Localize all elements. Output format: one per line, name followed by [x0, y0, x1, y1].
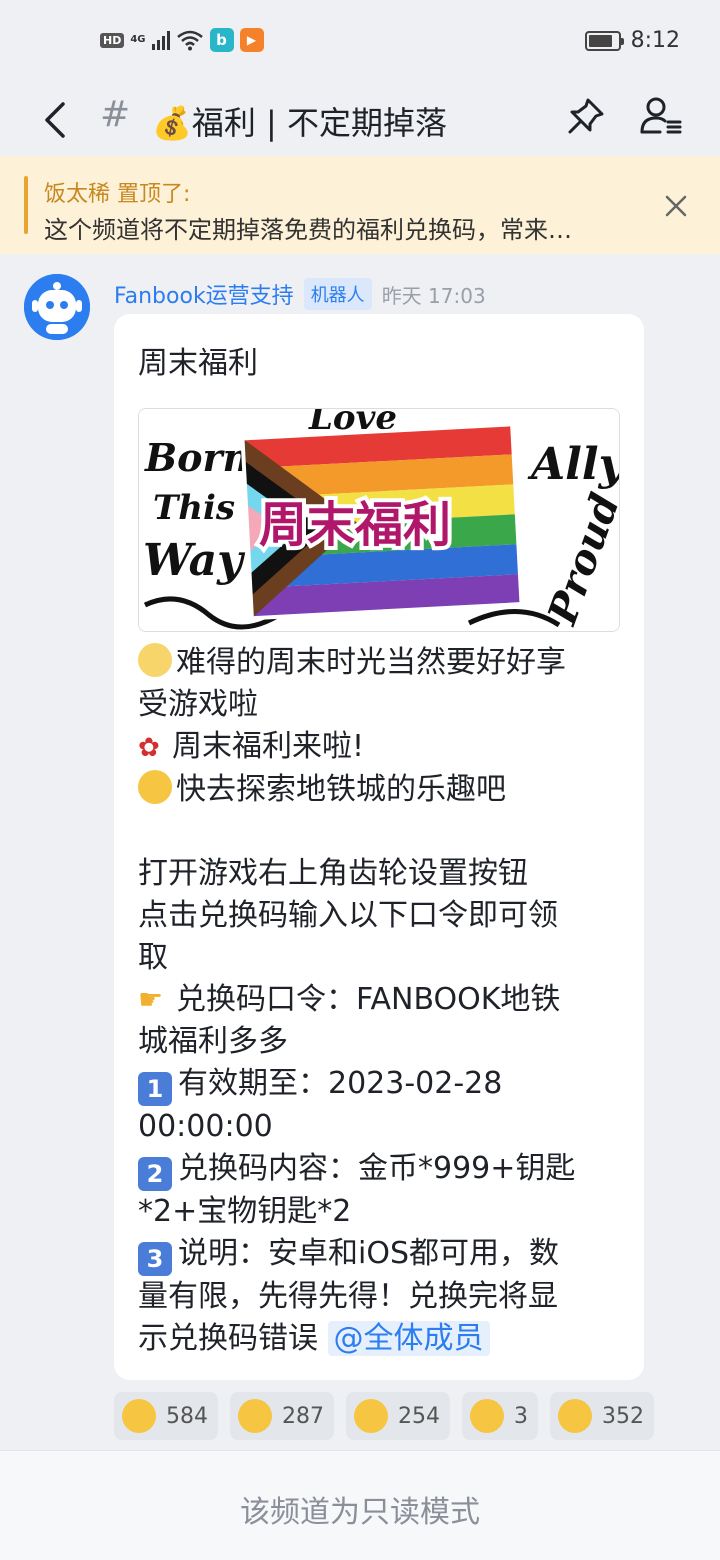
- pointing-hand-emoji-icon: ☛: [138, 983, 164, 1016]
- close-icon: [665, 195, 687, 217]
- readonly-notice: 该频道为只读模式: [240, 1495, 480, 1530]
- channel-header: # 💰福利 | 不定期掉落: [0, 84, 720, 156]
- reaction-count: 584: [166, 1403, 208, 1429]
- body-line: *2+宝物钥匙*2: [138, 1194, 352, 1229]
- sender-name[interactable]: Fanbook运营支持: [114, 278, 294, 310]
- reaction-count: 352: [602, 1403, 644, 1429]
- wifi-icon: [176, 30, 203, 51]
- body-line: 2 兑换码内容：金币*999+钥匙: [138, 1148, 624, 1191]
- number-two-icon: 2: [138, 1157, 172, 1191]
- body-line: 取: [138, 940, 168, 975]
- body-line: ☛ 兑换码口令：FANBOOK地铁: [138, 979, 624, 1021]
- banner-word-born: Born: [144, 435, 250, 480]
- reaction-chip[interactable]: 352: [550, 1392, 654, 1440]
- number-three-icon: 3: [138, 1242, 172, 1276]
- pleading-face-icon: [354, 1399, 388, 1433]
- hd-badge: HD: [100, 32, 125, 48]
- blush-face-icon: [122, 1399, 156, 1433]
- banner-image[interactable]: Born This Way Ally Proud Love 周末福利: [138, 408, 620, 632]
- body-line: 难得的周末时光当然要好好享: [138, 642, 624, 684]
- body-line: ✿ 周末福利来啦!: [138, 726, 624, 769]
- status-left: HD 4G b ▶: [100, 28, 264, 52]
- body-line: 00:00:00: [138, 1109, 273, 1144]
- body-line: 1 有效期至：2023-02-28: [138, 1063, 624, 1106]
- rose-emoji-icon: ✿: [138, 733, 160, 763]
- body-line: 快去探索地铁城的乐趣吧: [138, 769, 624, 811]
- reaction-count: 287: [282, 1403, 324, 1429]
- close-pinned-button[interactable]: [656, 186, 696, 226]
- shush-face-icon: [470, 1399, 504, 1433]
- bot-tag: 机器人: [303, 278, 372, 310]
- play-app-icon: ▶: [239, 28, 264, 52]
- reaction-bar: 584 287 254 3 352: [114, 1392, 654, 1440]
- body-line: 打开游戏右上角齿轮设置按钮: [138, 856, 528, 891]
- pin-button[interactable]: [564, 94, 608, 138]
- banner-word-this: This: [153, 488, 235, 528]
- reaction-count: 3: [514, 1403, 528, 1429]
- message-time: 昨天 17:03: [381, 283, 486, 308]
- body-line: 受游戏啦: [138, 687, 258, 722]
- chevron-left-icon: [45, 102, 65, 138]
- pinned-message-banner[interactable]: 饭太稀 置顶了: 这个频道将不定期掉落免费的福利兑换码，常来…: [0, 156, 720, 254]
- members-button[interactable]: [638, 94, 686, 138]
- banner-word-ally: Ally: [527, 439, 620, 490]
- members-list-icon: [640, 97, 682, 134]
- b-app-icon: b: [209, 28, 234, 52]
- wink-emoji-icon: [138, 770, 172, 804]
- body-line: 示兑换码错误 @全体成员: [138, 1318, 624, 1360]
- avatar[interactable]: [24, 274, 90, 340]
- network-type: 4G: [130, 34, 146, 45]
- message-body: 难得的周末时光当然要好好享 受游戏啦 ✿ 周末福利来啦! 快去探索地铁城的乐趣吧 …: [138, 642, 624, 1360]
- channel-title: 💰福利 | 不定期掉落: [152, 104, 447, 142]
- pinned-text: 这个频道将不定期掉落免费的福利兑换码，常来…: [44, 216, 572, 244]
- mention-everyone[interactable]: @全体成员: [327, 1321, 490, 1356]
- body-line: 量有限，先得先得！兑换完将显: [138, 1279, 558, 1314]
- sunglasses-grin-icon: [558, 1399, 592, 1433]
- pin-icon: [568, 98, 604, 134]
- party-emoji-icon: [138, 643, 172, 677]
- body-line: 点击兑换码输入以下口令即可领: [138, 898, 558, 933]
- kiss-face-icon: [238, 1399, 272, 1433]
- clock: 8:12: [630, 28, 680, 53]
- status-right: 8:12: [584, 28, 680, 53]
- body-line: 城福利多多: [138, 1024, 288, 1059]
- reaction-chip[interactable]: 3: [462, 1392, 538, 1440]
- pride-flag-banner: Born This Way Ally Proud Love 周末福利: [139, 409, 620, 631]
- robot-avatar-icon: [24, 274, 90, 340]
- reaction-chip[interactable]: 584: [114, 1392, 218, 1440]
- reaction-chip[interactable]: 287: [230, 1392, 334, 1440]
- reaction-count: 254: [398, 1403, 440, 1429]
- status-bar: HD 4G b ▶ 8:12: [0, 0, 720, 84]
- banner-word-way: Way: [143, 535, 246, 586]
- banner-title: 周末福利: [259, 497, 451, 553]
- body-line: 3 说明：安卓和iOS都可用，数: [138, 1233, 624, 1276]
- message-header: Fanbook运营支持 机器人 昨天 17:03: [114, 278, 486, 310]
- readonly-footer: 该频道为只读模式: [0, 1450, 720, 1560]
- number-one-icon: 1: [138, 1072, 172, 1106]
- signal-icon: [151, 30, 170, 50]
- pinned-author: 饭太稀 置顶了:: [44, 182, 191, 207]
- reaction-chip[interactable]: 254: [346, 1392, 450, 1440]
- pinned-accent-bar: [24, 176, 28, 234]
- battery-icon: [584, 30, 624, 51]
- channel-hash-icon: #: [100, 94, 131, 135]
- message-card[interactable]: 周末福利 Born This Way Ally Proud Love 周末福利 …: [114, 314, 644, 1380]
- back-button[interactable]: [34, 96, 74, 144]
- card-title: 周末福利: [138, 346, 258, 381]
